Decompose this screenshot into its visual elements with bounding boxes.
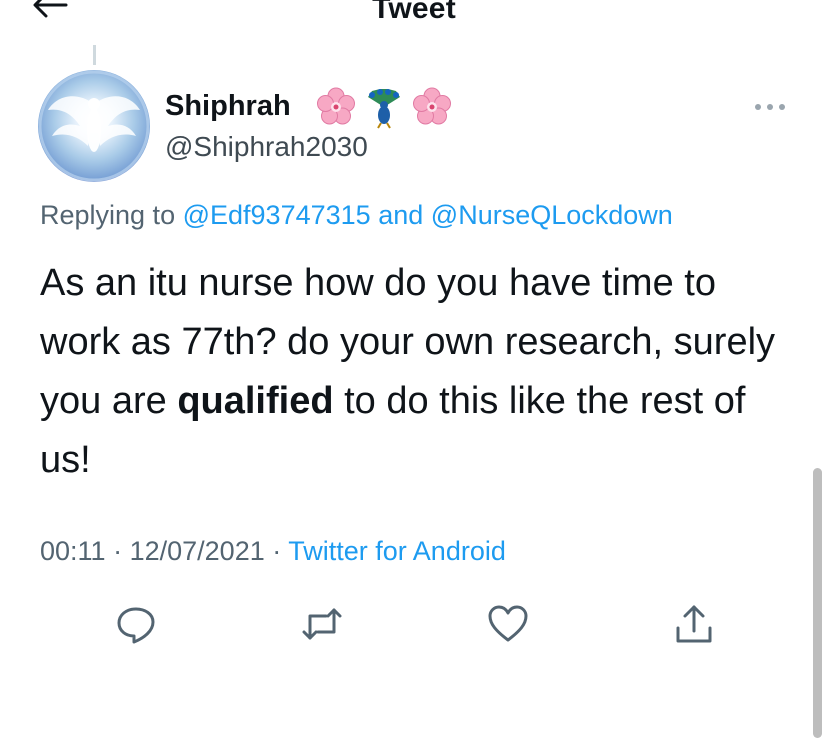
reply-icon[interactable] [114, 602, 158, 646]
replying-to-line: Replying to @Edf93747315 and @NurseQLock… [40, 200, 673, 231]
cherry-blossom-icon [317, 87, 355, 125]
tweet-date: 12/07/2021 [129, 536, 265, 566]
replying-to-label: Replying to [40, 200, 176, 230]
tweet-detail-page: Tweet Shiphrah @Shiphrah2030 Replying to… [0, 0, 828, 738]
peacock-icon [368, 89, 400, 129]
tweet-source-link[interactable]: Twitter for Android [288, 536, 506, 566]
name-emojis [317, 87, 451, 129]
angel-wings-image [38, 70, 150, 182]
top-bar: Tweet [0, 0, 828, 28]
author-name[interactable]: Shiphrah [165, 90, 291, 123]
scrollbar[interactable] [813, 468, 822, 738]
tweet-text: As an itu nurse how do you have time to … [40, 254, 800, 490]
tweet-time: 00:11 [40, 536, 106, 566]
tweet-meta: 00:11 · 12/07/2021 · Twitter for Android [40, 536, 506, 567]
cherry-blossom-icon [413, 87, 451, 125]
more-options-icon[interactable] [752, 100, 788, 114]
avatar[interactable] [38, 70, 150, 182]
tweet-text-bold: qualified [177, 380, 334, 422]
share-icon[interactable] [672, 602, 716, 646]
page-title: Tweet [372, 0, 456, 25]
meta-separator: · [272, 536, 282, 566]
heart-icon[interactable] [486, 602, 530, 646]
thread-connector-line [93, 45, 96, 65]
meta-separator: · [113, 536, 123, 566]
retweet-icon[interactable] [300, 602, 344, 646]
mention-link[interactable]: @NurseQLockdown [431, 200, 673, 230]
replying-to-conjunction: and [378, 200, 424, 230]
author-handle[interactable]: @Shiphrah2030 [165, 131, 368, 163]
mention-link[interactable]: @Edf93747315 [183, 200, 371, 230]
